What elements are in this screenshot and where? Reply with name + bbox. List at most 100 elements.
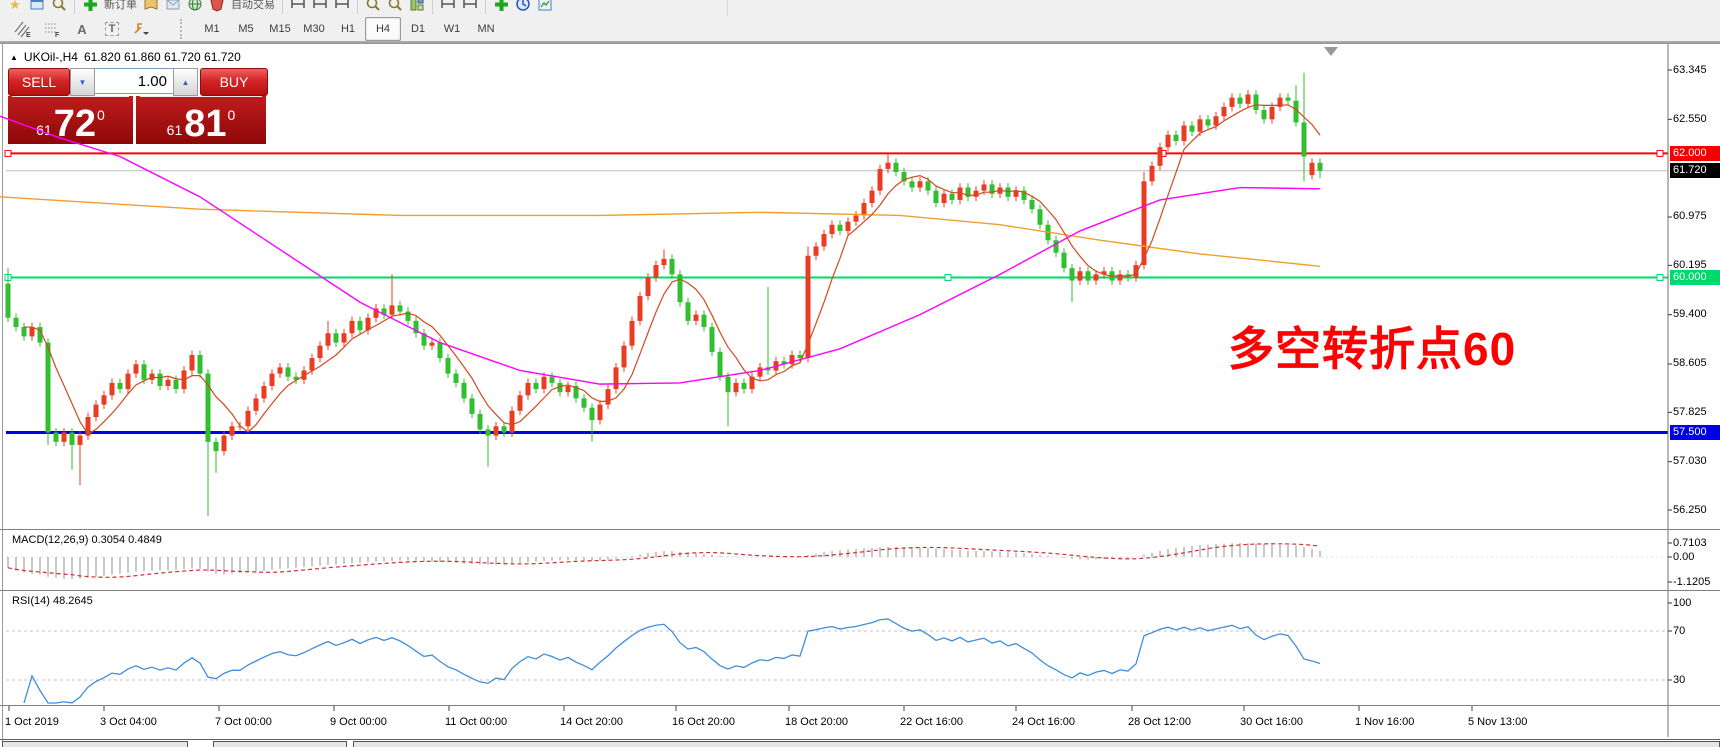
price-tick-label: 57.030 xyxy=(1673,455,1707,468)
tile-windows-icon[interactable] xyxy=(406,0,428,16)
candle-body xyxy=(726,377,731,393)
rsi-name: RSI(14) xyxy=(12,595,50,607)
timeframe-m30[interactable]: M30 xyxy=(297,18,331,40)
candle-body xyxy=(838,225,843,231)
zoom-icon[interactable] xyxy=(48,0,70,16)
candle-body xyxy=(526,383,531,395)
price-macd-divider[interactable] xyxy=(0,529,1720,530)
macd-scale-label: 0.7103 xyxy=(1673,537,1707,550)
candle-body xyxy=(822,234,827,246)
candle-body xyxy=(6,284,11,318)
auto-scroll-icon[interactable] xyxy=(437,0,459,16)
period-icon[interactable] xyxy=(512,0,534,16)
hline-handle[interactable] xyxy=(5,150,11,156)
candle-body xyxy=(1318,163,1323,171)
terminal-icon[interactable] xyxy=(206,0,228,16)
candle-body xyxy=(590,408,595,420)
candle-body xyxy=(246,411,251,427)
candle-body xyxy=(646,277,651,296)
candle-body xyxy=(814,246,819,255)
candle-body xyxy=(1262,110,1267,119)
candle-body xyxy=(222,436,227,452)
status-tab[interactable] xyxy=(213,741,347,747)
macd-signal-line xyxy=(8,544,1320,578)
zoom-out-icon[interactable] xyxy=(384,0,406,16)
bar-chart-icon[interactable] xyxy=(287,0,309,16)
chart-plot[interactable] xyxy=(0,43,1720,747)
timeframe-h4[interactable]: H4 xyxy=(365,17,401,41)
candle-body xyxy=(758,367,763,376)
fibonacci-icon[interactable]: F xyxy=(38,18,66,40)
candle-body xyxy=(54,433,59,442)
line-chart-icon[interactable] xyxy=(331,0,353,16)
template-icon[interactable] xyxy=(534,0,556,16)
indicators-icon[interactable] xyxy=(490,0,512,16)
candle-chart-icon[interactable] xyxy=(309,0,331,16)
candle-body xyxy=(982,184,987,190)
candle-body xyxy=(918,181,923,187)
autotrading-label[interactable]: 自动交易 xyxy=(231,0,275,12)
mt4-window: ★新订单自动交易 EFAT M1M5M15M30H1H4D1W1MN ▲ UKO… xyxy=(0,0,1720,747)
candle-body xyxy=(390,305,395,314)
candle-body xyxy=(606,389,611,405)
candle-body xyxy=(686,302,691,321)
candle-body xyxy=(710,327,715,352)
candle-body xyxy=(1214,116,1219,125)
candle-body xyxy=(190,355,195,371)
candle-body xyxy=(926,181,931,190)
candle-body xyxy=(1222,107,1227,116)
data-window-icon[interactable] xyxy=(162,0,184,16)
candle-body xyxy=(718,352,723,377)
candle-body xyxy=(174,380,179,389)
navigator-icon[interactable] xyxy=(184,0,206,16)
rsi-scale-label: 100 xyxy=(1673,597,1691,610)
timeframe-w1[interactable]: W1 xyxy=(435,18,469,40)
candle-body xyxy=(1038,209,1043,225)
candle-body xyxy=(654,265,659,277)
hline-handle[interactable] xyxy=(1657,274,1663,280)
date-label: 24 Oct 16:00 xyxy=(1012,716,1075,728)
zoom-in-icon[interactable] xyxy=(362,0,384,16)
market-watch-icon[interactable] xyxy=(140,0,162,16)
text-icon[interactable]: A xyxy=(68,18,96,40)
ma-medium-magenta xyxy=(0,116,1320,384)
candle-body xyxy=(1070,268,1075,280)
status-tab[interactable] xyxy=(2,741,188,747)
timeframe-m1[interactable]: M1 xyxy=(195,18,229,40)
toolbar-separator xyxy=(432,0,433,14)
candle-body xyxy=(638,296,643,321)
candle-body xyxy=(22,327,27,336)
timeframe-mn[interactable]: MN xyxy=(469,18,503,40)
new-order-label[interactable]: 新订单 xyxy=(104,0,137,12)
candle-body xyxy=(742,383,747,389)
timeframe-m5[interactable]: M5 xyxy=(229,18,263,40)
candle-body xyxy=(894,163,899,172)
candle-body xyxy=(1238,98,1243,104)
candle-body xyxy=(534,383,539,389)
chart-shift-icon[interactable] xyxy=(459,0,481,16)
candle-body xyxy=(670,259,675,275)
timeframe-h1[interactable]: H1 xyxy=(331,18,365,40)
new-chart-icon[interactable] xyxy=(26,0,48,16)
favorites-star-icon[interactable]: ★ xyxy=(4,0,26,16)
candle-body xyxy=(1246,94,1251,103)
candle-body xyxy=(1142,181,1147,265)
arrows-icon[interactable] xyxy=(128,18,156,40)
candle-body xyxy=(318,346,323,358)
price-badge-61.720: 61.720 xyxy=(1670,163,1720,178)
candle-body xyxy=(470,398,475,414)
hline-handle[interactable] xyxy=(945,274,951,280)
macd-name: MACD(12,26,9) xyxy=(12,534,88,546)
candle-body xyxy=(102,395,107,404)
toolbar-drag-handle[interactable] xyxy=(180,19,187,39)
equidistant-channel-icon[interactable]: E xyxy=(8,18,36,40)
timeframe-d1[interactable]: D1 xyxy=(401,18,435,40)
candle-body xyxy=(1078,271,1083,280)
text-label-icon[interactable]: T xyxy=(98,18,126,40)
toolbar-separator xyxy=(357,0,358,14)
timeframe-m15[interactable]: M15 xyxy=(263,18,297,40)
new-order-icon[interactable] xyxy=(79,0,101,16)
hline-handle[interactable] xyxy=(1657,150,1663,156)
candle-body xyxy=(310,358,315,370)
macd-rsi-divider[interactable] xyxy=(0,590,1720,591)
